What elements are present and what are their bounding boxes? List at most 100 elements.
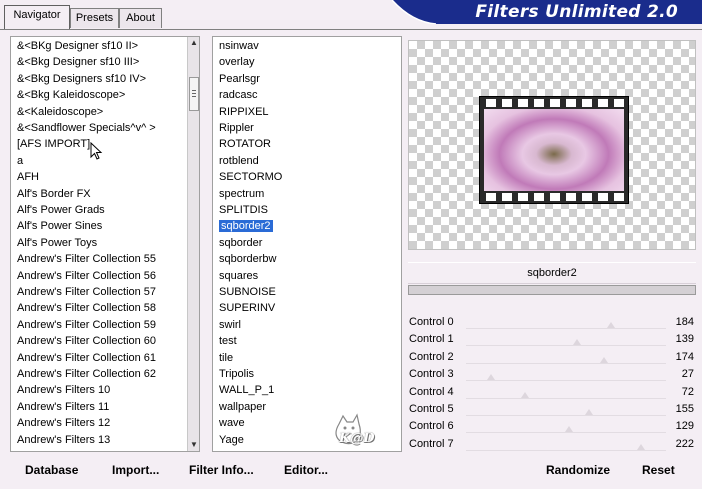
control-row[interactable]: Control 5 155 (406, 401, 696, 418)
control-row[interactable]: Control 6 129 (406, 418, 696, 435)
control-row[interactable]: Control 1 139 (406, 331, 696, 348)
control-slider-track[interactable] (466, 415, 666, 416)
filter-item-label: sqborder (219, 236, 263, 249)
filter-item[interactable]: sqborder (219, 235, 262, 251)
category-item[interactable]: Alf's Power Grads (17, 202, 105, 218)
control-slider-thumb[interactable] (565, 426, 574, 433)
filter-list[interactable]: nsinwav overlay Pearlsgr radcasc RIPPIXEL Rip… (212, 36, 402, 452)
filter-item[interactable]: tile (219, 350, 233, 366)
control-slider-thumb[interactable] (486, 374, 495, 381)
tab-presets[interactable]: Presets (70, 8, 119, 28)
filter-item[interactable]: overlay (219, 54, 254, 70)
scroll-thumb[interactable] (189, 77, 199, 111)
editor-button[interactable]: Editor... (284, 462, 328, 478)
category-item[interactable]: a (17, 153, 23, 169)
filter-item[interactable]: Yage (219, 432, 244, 448)
preview-image (479, 96, 629, 204)
filter-item[interactable]: SPLITDIS (219, 202, 268, 218)
category-item[interactable]: Andrew's Filter Collection 62 (17, 366, 156, 382)
control-slider-thumb[interactable] (599, 356, 608, 363)
category-item[interactable]: Andrew's Filter Collection 60 (17, 333, 156, 349)
category-list[interactable]: &<BKg Designer sf10 II> &<Bkg Designer sf… (10, 36, 200, 452)
filter-item[interactable]: Pearlsgr (219, 71, 260, 87)
category-item[interactable]: &<Bkg Designer sf10 III> (17, 54, 139, 70)
tab-navigator[interactable]: Navigator (4, 5, 70, 30)
control-slider-track[interactable] (466, 397, 666, 399)
filter-info-button[interactable]: Filter Info... (189, 462, 254, 478)
category-item[interactable]: Andrew's Filter Collection 58 (17, 300, 156, 316)
database-button[interactable]: Database (25, 462, 78, 478)
control-slider-thumb[interactable] (572, 339, 581, 346)
category-item[interactable]: &<Bkg Designers sf10 IV> (17, 71, 146, 87)
category-item[interactable]: Andrew's Filter Collection 56 (17, 268, 156, 284)
category-scrollbar[interactable]: ▲ ▼ (187, 37, 199, 451)
sprocket-hole (582, 99, 592, 107)
filter-item-label: test (219, 335, 237, 348)
randomize-button[interactable]: Randomize (546, 462, 610, 478)
category-item[interactable]: Andrew's Filter Collection 61 (17, 350, 156, 366)
control-slider-track[interactable] (466, 449, 666, 451)
filter-item[interactable]: rotblend (219, 153, 259, 169)
filter-item[interactable]: wave (219, 415, 245, 431)
import-button[interactable]: Import... (112, 462, 159, 478)
control-slider-thumb[interactable] (607, 322, 616, 328)
button-bar: Database Import... Filter Info... Editor… (0, 454, 702, 489)
category-item[interactable]: &<Sandflower Specials^v^ > (17, 120, 156, 136)
control-row[interactable]: Control 7 222 (406, 436, 696, 453)
control-slider-thumb[interactable] (636, 443, 645, 450)
control-slider-track[interactable] (466, 345, 666, 347)
category-item[interactable]: Andrew's Filters 12 (17, 415, 110, 431)
category-item[interactable]: Andrew's Filters 13 (17, 432, 110, 448)
control-slider-track[interactable] (466, 432, 666, 434)
category-item[interactable]: Andrew's Filter Collection 55 (17, 251, 156, 267)
control-slider-thumb[interactable] (521, 391, 530, 398)
filter-item[interactable]: spectrum (219, 186, 264, 202)
category-item[interactable]: &<BKg Designer sf10 II> (17, 38, 138, 54)
control-row[interactable]: Control 0 184 (406, 314, 696, 331)
filter-item-label: SUBNOISE (219, 286, 276, 298)
scroll-up-icon[interactable]: ▲ (188, 37, 199, 49)
category-item[interactable]: Andrew's Filter Collection 59 (17, 317, 156, 333)
category-item[interactable]: Alf's Power Toys (17, 235, 97, 251)
category-item[interactable]: Andrew's Filter Collection 57 (17, 284, 156, 300)
scroll-down-icon[interactable]: ▼ (188, 439, 199, 451)
control-row[interactable]: Control 4 72 (406, 384, 696, 401)
category-item[interactable]: &<Bkg Kaleidoscope> (17, 87, 125, 103)
filter-item[interactable]: SUPERINV (219, 300, 275, 316)
filter-item[interactable]: sqborderbw (219, 251, 276, 267)
filter-item[interactable]: squares (219, 268, 258, 284)
category-item[interactable]: Alf's Border FX (17, 186, 91, 202)
filter-item[interactable]: Tripolis (219, 366, 254, 382)
filter-item[interactable]: ROTATOR (219, 136, 271, 152)
category-item[interactable]: Andrew's Filters 11 (17, 399, 109, 415)
filter-item[interactable]: sqborder2 (219, 218, 273, 234)
category-item[interactable]: Alf's Power Sines (17, 218, 102, 234)
filter-item[interactable]: test (219, 333, 237, 349)
tab-about[interactable]: About (119, 8, 162, 28)
sprocket-row-top (480, 99, 628, 107)
filter-item[interactable]: RIPPIXEL (219, 104, 269, 120)
filter-item[interactable]: Rippler (219, 120, 254, 136)
sprocket-hole (518, 99, 528, 107)
control-value: 222 (675, 437, 694, 450)
filter-item[interactable]: nsinwav (219, 38, 259, 54)
category-item[interactable]: [AFS IMPORT] (17, 136, 90, 152)
app-title: Filters Unlimited 2.0 (475, 2, 678, 22)
control-slider-track[interactable] (466, 380, 666, 382)
control-slider-track[interactable] (466, 362, 666, 364)
control-slider-track[interactable] (466, 328, 666, 329)
filter-item[interactable]: SECTORMO (219, 169, 282, 185)
category-item[interactable]: &<Kaleidoscope> (17, 104, 103, 120)
filter-item[interactable]: radcasc (219, 87, 258, 103)
reset-button[interactable]: Reset (642, 462, 675, 478)
control-slider-thumb[interactable] (585, 409, 594, 415)
category-item[interactable]: Andrew's Filters 10 (17, 382, 110, 398)
control-row[interactable]: Control 2 174 (406, 349, 696, 366)
filter-item[interactable]: WALL_P_1 (219, 382, 274, 398)
filter-item-label: nsinwav (219, 40, 259, 52)
filter-item[interactable]: wallpaper (219, 399, 266, 415)
filter-item[interactable]: SUBNOISE (219, 284, 276, 300)
control-row[interactable]: Control 3 27 (406, 366, 696, 383)
filter-item[interactable]: swirl (219, 317, 241, 333)
category-item[interactable]: AFH (17, 169, 39, 185)
